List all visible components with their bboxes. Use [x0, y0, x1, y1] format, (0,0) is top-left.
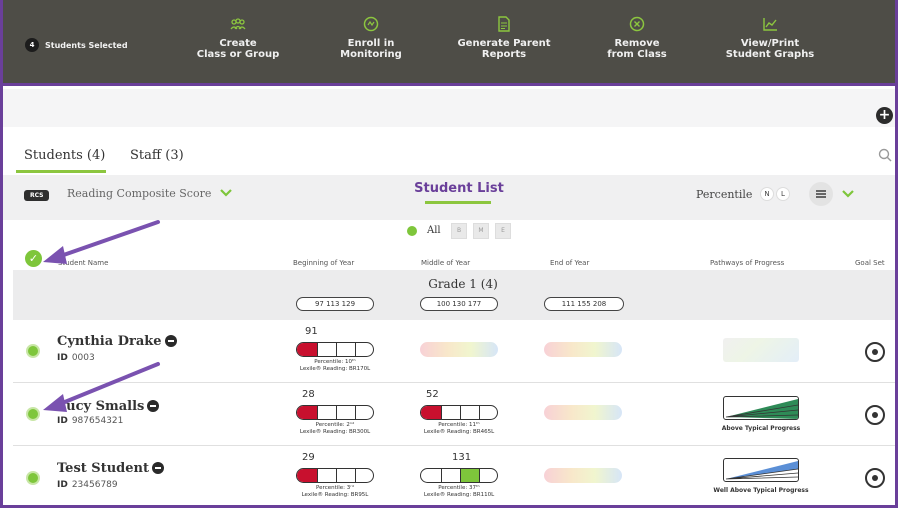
remove-student-icon[interactable] — [164, 334, 177, 347]
remove-student-icon[interactable] — [147, 399, 160, 412]
graph-icon — [762, 16, 778, 32]
moy-score-bar — [420, 468, 498, 483]
goal-set-button[interactable] — [865, 405, 885, 425]
col-goal-set[interactable]: Goal Set — [855, 259, 885, 267]
pathway-empty — [723, 338, 799, 362]
eoy-empty-bar — [544, 468, 622, 483]
grade-label[interactable]: Grade 1 (4) — [423, 277, 503, 291]
remove-label-1: Remove — [614, 38, 660, 49]
active-tab-indicator — [16, 170, 106, 173]
selected-students-badge: 4 Students Selected — [25, 38, 128, 52]
student-name[interactable]: Lucy Smalls — [57, 399, 160, 414]
period-eoy[interactable]: E — [495, 223, 511, 239]
remove-icon — [629, 16, 645, 32]
reports-label-2: Reports — [481, 49, 527, 60]
goal-set-button[interactable] — [865, 468, 885, 488]
enroll-monitoring-button[interactable]: Enroll in Monitoring — [316, 16, 426, 60]
tab-staff[interactable]: Staff (3) — [130, 148, 184, 163]
student-id: ID 23456789 — [57, 480, 118, 490]
eoy-empty-bar — [544, 342, 622, 357]
graphs-label-1: View/Print — [740, 38, 800, 49]
eoy-empty-bar — [544, 405, 622, 420]
score-badge: RCS — [24, 190, 50, 201]
create-class-button[interactable]: Create Class or Group — [183, 16, 293, 60]
chevron-down-icon[interactable] — [219, 188, 233, 198]
col-boy[interactable]: Beginning of Year — [293, 259, 354, 267]
boy-score-details: Percentile: 2ⁿᵈ Lexile® Reading: BR300L — [299, 422, 371, 435]
view-graphs-button[interactable]: View/Print Student Graphs — [715, 16, 825, 60]
top-band — [3, 89, 895, 127]
boy-score-details: Percentile: 10ᵗʰ Lexile® Reading: BR170L — [299, 359, 371, 372]
pathway-label: Well Above Typical Progress — [713, 487, 809, 494]
create-label-1: Create — [219, 38, 257, 49]
boy-score-bar — [296, 342, 374, 357]
period-moy[interactable]: M — [473, 223, 489, 239]
all-periods-radio[interactable] — [407, 226, 417, 236]
percentile-label: Percentile — [696, 188, 753, 201]
goal-set-button[interactable] — [865, 342, 885, 362]
remove-from-class-button[interactable]: Remove from Class — [582, 16, 692, 60]
create-label-2: Class or Group — [196, 49, 280, 60]
boy-score: 91 — [305, 326, 318, 337]
moy-score-details: Percentile: 11ᵗʰ Lexile® Reading: BR465L — [423, 422, 495, 435]
moy-empty-bar — [420, 342, 498, 357]
reports-label-1: Generate Parent — [457, 38, 551, 49]
boy-score-details: Percentile: 3ʳᵈ Lexile® Reading: BR95L — [301, 485, 369, 498]
col-student-name[interactable]: Student Name — [58, 259, 108, 267]
list-title-underline — [425, 201, 491, 204]
remove-label-2: from Class — [607, 49, 667, 60]
monitoring-icon — [363, 16, 379, 32]
list-menu-button[interactable] — [809, 182, 833, 206]
student-name[interactable]: Test Student — [57, 461, 164, 476]
boy-score-bar — [296, 405, 374, 420]
enroll-label-2: Monitoring — [340, 49, 402, 60]
pathway-chart[interactable] — [723, 458, 799, 482]
student-name[interactable]: Cynthia Drake — [57, 334, 177, 349]
row-select-dot[interactable] — [26, 407, 40, 421]
search-icon[interactable] — [878, 148, 892, 162]
row-select-dot[interactable] — [26, 471, 40, 485]
chevron-down-icon[interactable] — [841, 189, 855, 199]
graphs-label-2: Student Graphs — [725, 49, 815, 60]
moy-range: 100 130 177 — [420, 297, 498, 311]
student-list-title[interactable]: Student List — [403, 181, 515, 196]
col-pathways[interactable]: Pathways of Progress — [710, 259, 784, 267]
group-icon — [230, 16, 246, 32]
app-frame: 4 Students Selected Create Class or Grou… — [0, 0, 898, 508]
selected-count: 4 — [25, 38, 39, 52]
generate-reports-button[interactable]: Generate Parent Reports — [449, 16, 559, 60]
report-icon — [496, 16, 512, 32]
col-moy[interactable]: Middle of Year — [421, 259, 470, 267]
selected-label: Students Selected — [45, 40, 128, 50]
boy-score: 28 — [302, 389, 315, 400]
moy-score: 52 — [426, 389, 439, 400]
score-selector[interactable]: Reading Composite Score — [67, 187, 211, 200]
selection-toolbar: 4 Students Selected Create Class or Grou… — [3, 0, 895, 86]
toggle-n[interactable]: N — [760, 187, 774, 201]
moy-score-details: Percentile: 37ᵗʰ Lexile® Reading: BR110L — [423, 485, 495, 498]
pathway-label: Above Typical Progress — [721, 425, 801, 432]
boy-score-bar — [296, 468, 374, 483]
select-all-checkbox[interactable]: ✓ — [25, 250, 42, 267]
moy-score: 131 — [452, 452, 472, 463]
col-eoy[interactable]: End of Year — [550, 259, 589, 267]
moy-score-bar — [420, 405, 498, 420]
student-id: ID 987654321 — [57, 416, 124, 426]
student-id: ID 0003 — [57, 353, 95, 363]
boy-score: 29 — [302, 452, 315, 463]
remove-student-icon[interactable] — [151, 461, 164, 474]
period-boy[interactable]: B — [451, 223, 467, 239]
eoy-range: 111 155 208 — [544, 297, 624, 311]
boy-range: 97 113 129 — [296, 297, 374, 311]
add-button[interactable]: + — [876, 107, 893, 124]
tab-students[interactable]: Students (4) — [24, 148, 105, 163]
all-periods-label: All — [427, 225, 441, 236]
toggle-l[interactable]: L — [776, 187, 790, 201]
pathway-chart[interactable] — [723, 396, 799, 420]
row-select-dot[interactable] — [26, 344, 40, 358]
enroll-label-1: Enroll in — [347, 38, 395, 49]
